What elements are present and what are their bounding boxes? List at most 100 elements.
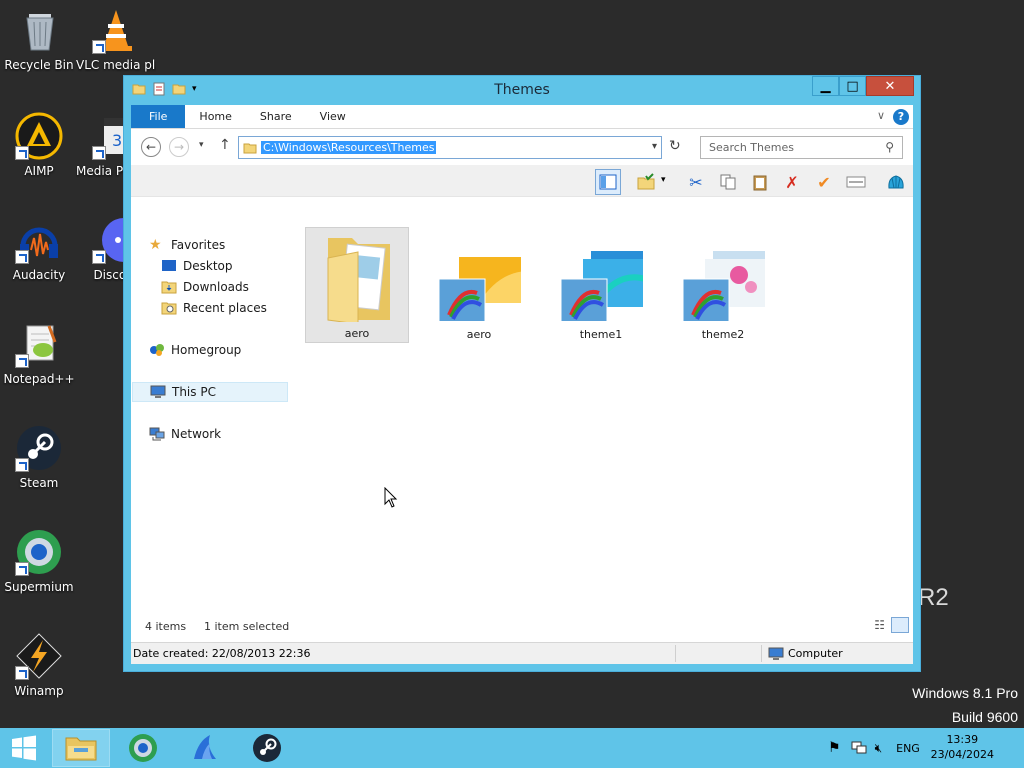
- steam-icon: [15, 424, 63, 472]
- address-dropdown-icon[interactable]: ▾: [652, 141, 657, 152]
- delete-button[interactable]: ✗: [779, 169, 805, 195]
- shell-icon: [888, 175, 904, 189]
- network-tray-icon[interactable]: [851, 741, 867, 755]
- search-input[interactable]: Search Themes ⚲: [700, 136, 903, 159]
- aimp-icon: [15, 112, 63, 160]
- taskbar-app-bird[interactable]: [176, 729, 234, 767]
- desktop-icon-audacity[interactable]: Audacity: [0, 216, 79, 282]
- nav-label: Network: [171, 427, 222, 441]
- explorer-window[interactable]: ▾ Themes ▁ □ ✕ File Home Share View ∨ ? …: [123, 75, 921, 672]
- help-icon[interactable]: ?: [893, 109, 909, 125]
- desktop-icon-notepadpp[interactable]: Notepad++: [0, 320, 79, 386]
- start-button[interactable]: [0, 729, 48, 767]
- supermium-icon: [129, 734, 157, 762]
- desktop-icon-steam[interactable]: Steam: [0, 424, 79, 490]
- search-placeholder: Search Themes: [709, 141, 794, 154]
- nav-network[interactable]: Network: [149, 424, 221, 444]
- copy-button[interactable]: [715, 169, 741, 195]
- nav-favorites[interactable]: ★ Favorites: [149, 235, 225, 255]
- nav-desktop[interactable]: Desktop: [161, 256, 233, 276]
- star-icon: ★: [149, 237, 162, 253]
- forward-button[interactable]: →: [169, 137, 189, 157]
- shortcut-arrow-icon: [92, 250, 106, 264]
- file-item-aero-theme[interactable]: aero: [427, 227, 531, 343]
- steam-icon: [253, 734, 281, 762]
- shortcut-arrow-icon: [15, 666, 29, 680]
- taskbar-supermium[interactable]: [114, 729, 172, 767]
- nav-label: Desktop: [183, 259, 233, 273]
- desktop-icon-aimp[interactable]: AIMP: [0, 112, 79, 178]
- tab-view[interactable]: View: [306, 105, 360, 128]
- title-bar[interactable]: ▾ Themes ▁ □ ✕: [124, 76, 920, 106]
- expand-ribbon-icon[interactable]: ∨: [877, 109, 885, 122]
- maximize-icon: □: [846, 78, 859, 94]
- downloads-folder-icon: [161, 281, 177, 294]
- more-button[interactable]: [883, 169, 909, 195]
- desktop-icon-recycle-bin[interactable]: Recycle Bin: [0, 6, 79, 72]
- maximize-button[interactable]: □: [839, 76, 866, 96]
- cut-button[interactable]: ✂: [683, 169, 709, 195]
- computer-icon: [768, 647, 784, 660]
- up-arrow-icon[interactable]: ↑: [219, 137, 231, 153]
- watermark-build: Build 9600: [951, 709, 1018, 725]
- clock[interactable]: 13:39 23/04/2024: [931, 732, 994, 762]
- shortcut-arrow-icon: [92, 40, 106, 54]
- date-created: Date created: 22/08/2013 22:36: [133, 647, 311, 660]
- tab-share[interactable]: Share: [246, 105, 306, 128]
- supermium-icon: [15, 528, 63, 576]
- language-indicator[interactable]: ENG: [896, 742, 920, 755]
- status-bar: 4 items 1 item selected ☷: [131, 614, 913, 638]
- close-button[interactable]: ✕: [866, 76, 914, 96]
- selection-count: 1 item selected: [204, 620, 290, 633]
- desktop-icon: [162, 260, 176, 271]
- file-item-aero-folder[interactable]: aero: [305, 227, 409, 343]
- back-button[interactable]: ←: [141, 137, 161, 157]
- desktop-icon-vlc[interactable]: VLC media player: [76, 6, 156, 72]
- desktop-icon-winamp[interactable]: Winamp: [0, 632, 79, 698]
- window-controls: ▁ □ ✕: [812, 76, 914, 96]
- paste-button[interactable]: [747, 169, 773, 195]
- item-count: 4 items: [145, 620, 187, 633]
- taskbar-file-explorer[interactable]: [52, 729, 110, 767]
- select-dropdown-icon[interactable]: ▾: [661, 175, 666, 185]
- recent-locations-icon[interactable]: ▾: [199, 140, 204, 150]
- nav-recent-places[interactable]: Recent places: [161, 298, 267, 318]
- shortcut-arrow-icon: [92, 146, 106, 160]
- system-tray: ⚑ 🔇︎ ENG: [828, 728, 920, 768]
- desktop-icon-supermium[interactable]: Supermium: [0, 528, 79, 594]
- file-item-theme2[interactable]: theme2: [671, 227, 775, 343]
- audacity-headphones-icon: [15, 216, 63, 264]
- select-button[interactable]: [633, 169, 659, 195]
- preview-pane-button[interactable]: [595, 169, 621, 195]
- tab-home[interactable]: Home: [185, 105, 245, 128]
- minimize-button[interactable]: ▁: [812, 76, 839, 96]
- nav-homegroup[interactable]: Homegroup: [149, 340, 241, 360]
- nav-label: Recent places: [183, 301, 267, 315]
- window-client: File Home Share View ∨ ? ← → ▾ ↑ C:\Wind…: [131, 105, 913, 664]
- action-center-flag-icon[interactable]: ⚑: [828, 740, 841, 756]
- blue-bird-app-icon: [194, 735, 216, 759]
- nav-this-pc[interactable]: This PC: [132, 382, 288, 402]
- details-view-button[interactable]: ☷: [874, 618, 885, 632]
- windows-logo-icon: [12, 735, 36, 761]
- address-bar[interactable]: C:\Windows\Resources\Themes ▾: [238, 136, 662, 159]
- refresh-icon[interactable]: ↻: [669, 138, 681, 154]
- window-title: Themes: [494, 82, 550, 98]
- properties-icon: [846, 176, 866, 188]
- address-path[interactable]: C:\Windows\Resources\Themes: [261, 141, 437, 154]
- properties-button[interactable]: [843, 169, 869, 195]
- taskbar-steam[interactable]: [238, 729, 296, 767]
- file-label: aero: [466, 328, 492, 341]
- nav-label: Favorites: [171, 238, 226, 252]
- scissors-icon: ✂: [689, 172, 703, 192]
- tab-file[interactable]: File: [131, 105, 186, 128]
- nav-label: Homegroup: [171, 343, 242, 357]
- folder-check-icon: [637, 173, 655, 190]
- rename-button[interactable]: ✔: [811, 169, 837, 195]
- file-item-theme1[interactable]: theme1: [549, 227, 653, 343]
- nav-downloads[interactable]: Downloads: [161, 277, 249, 297]
- file-label: aero: [344, 327, 370, 340]
- large-icons-view-button[interactable]: [891, 617, 909, 633]
- homegroup-icon: [150, 344, 164, 356]
- volume-muted-icon[interactable]: 🔇︎: [875, 741, 883, 756]
